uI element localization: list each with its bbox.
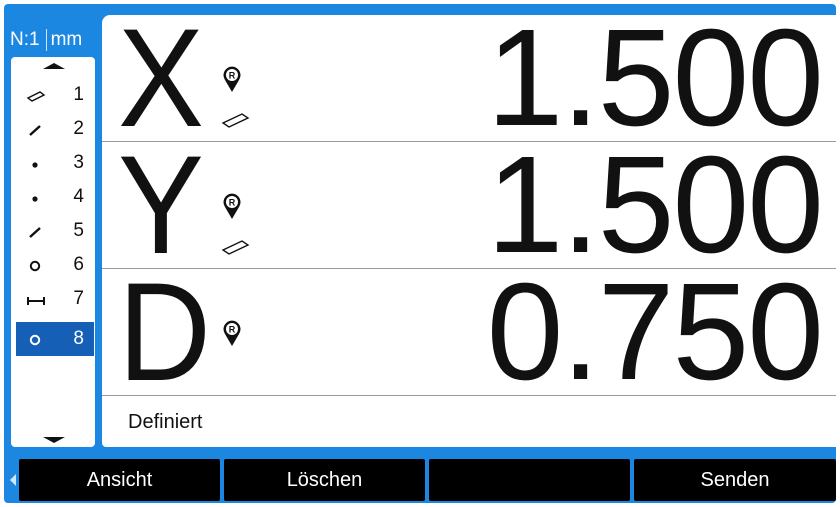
readout-row-d[interactable]: D R 0.750: [102, 253, 836, 410]
feature-number: 5: [73, 220, 84, 241]
feature-number: 4: [73, 186, 84, 207]
feature-number: 7: [73, 288, 84, 309]
scroll-up-arrow-icon[interactable]: [43, 63, 65, 69]
reference-letter: R: [229, 198, 236, 208]
readout-panel: X R 1.500 Y R 1.500 D R 0.750 Definiert: [102, 15, 836, 447]
feature-list-item[interactable]: 4: [16, 180, 94, 214]
feature-list: 1 2 3 4 5 6 7 8: [11, 57, 95, 447]
softkey-ansicht[interactable]: Ansicht: [19, 459, 220, 501]
feature-number: 8: [73, 328, 84, 349]
reference-letter: R: [229, 71, 236, 81]
point-icon: [32, 162, 38, 168]
circle-icon: [29, 260, 41, 272]
parallelogram-icon: [26, 91, 46, 102]
softkey-senden[interactable]: Senden: [634, 459, 836, 501]
point-icon: [32, 196, 38, 202]
feature-list-item[interactable]: 3: [16, 146, 94, 180]
softkey-empty[interactable]: [429, 459, 630, 501]
axis-label: D: [118, 253, 212, 410]
header-divider: [45, 28, 47, 51]
axis-label: Y: [118, 126, 204, 283]
reference-letter: R: [229, 325, 236, 335]
readout-value: 0.750: [486, 255, 824, 409]
readout-value: 1.500: [486, 15, 824, 155]
channel-label: N:1: [10, 29, 40, 50]
feature-list-item[interactable]: 2: [16, 112, 94, 146]
feature-list-item-selected[interactable]: 8: [16, 322, 94, 356]
softkey-loeschen[interactable]: Löschen: [224, 459, 425, 501]
reference-pin-icon: R: [223, 66, 241, 92]
feature-list-item[interactable]: 7: [16, 282, 94, 316]
line-icon: [29, 227, 41, 238]
line-icon: [29, 125, 41, 136]
parallelogram-icon: [221, 113, 250, 128]
feature-number: 1: [73, 84, 84, 105]
parallelogram-icon: [221, 240, 250, 255]
scroll-down-arrow-icon[interactable]: [43, 437, 65, 443]
feature-number: 2: [73, 118, 84, 139]
status-bar: Definiert: [102, 399, 836, 447]
axis-label: X: [118, 15, 204, 156]
circle-icon: [29, 334, 41, 346]
reference-pin-icon: R: [223, 320, 241, 346]
status-text: Definiert: [128, 411, 203, 433]
distance-icon: [27, 297, 45, 305]
feature-number: 6: [73, 254, 84, 275]
unit-label[interactable]: mm: [51, 29, 83, 50]
feature-list-item[interactable]: 1: [16, 78, 94, 112]
reference-pin-icon: R: [223, 193, 241, 219]
feature-list-item[interactable]: 6: [16, 248, 94, 282]
readout-row-x[interactable]: X R 1.500: [102, 15, 836, 156]
readout-value: 1.500: [486, 128, 824, 282]
left-arrow-icon[interactable]: [10, 474, 16, 486]
feature-number: 3: [73, 152, 84, 173]
readout-row-y[interactable]: Y R 1.500: [102, 126, 836, 283]
feature-list-item[interactable]: 5: [16, 214, 94, 248]
softkey-bar: Ansicht Löschen Senden: [19, 459, 836, 501]
header: N:1 mm: [10, 28, 82, 52]
